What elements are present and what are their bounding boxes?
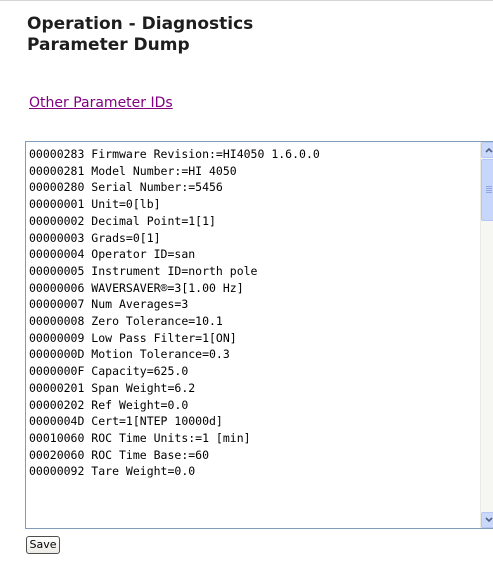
parameter-line: 00010060 ROC Time Units:=1 [min] (29, 430, 251, 445)
scroll-up-button[interactable] (481, 142, 493, 158)
parameter-line: 00000281 Model Number:=HI 4050 (29, 163, 237, 178)
parameter-line: 00000202 Ref Weight=0.0 (29, 397, 189, 412)
parameter-line: 00000008 Zero Tolerance=10.1 (29, 314, 223, 329)
parameter-line: 00000006 WAVERSAVER®=3[1.00 Hz] (29, 280, 244, 295)
other-parameter-ids-link[interactable]: Other Parameter IDs (29, 94, 173, 112)
parameter-line: 00000005 Instrument ID=north pole (29, 263, 258, 278)
parameter-dump-textarea[interactable]: 00000283 Firmware Revision:=HI4050 1.6.0… (25, 141, 493, 529)
parameter-line: 00000280 Serial Number:=5456 (29, 180, 223, 195)
parameter-line: 00000003 Grads=0[1] (29, 230, 161, 245)
chevron-down-icon (485, 517, 493, 523)
parameter-dump-text[interactable]: 00000283 Firmware Revision:=HI4050 1.6.0… (29, 146, 479, 528)
chevron-up-icon (485, 147, 493, 153)
parameter-line: 00000004 Operator ID=san (29, 247, 196, 262)
scroll-down-button[interactable] (481, 512, 493, 528)
parameter-line: 0000000D Motion Tolerance=0.3 (29, 347, 230, 362)
page-title-line1: Operation - Diagnostics (27, 14, 254, 34)
parameter-line: 00000092 Tare Weight=0.0 (29, 464, 196, 479)
scrollbar-thumb[interactable] (481, 159, 493, 221)
page-title: Operation - Diagnostics Parameter Dump (27, 14, 253, 56)
parameter-line: 00000283 Firmware Revision:=HI4050 1.6.0… (29, 147, 320, 161)
parameter-line: 00000009 Low Pass Filter=1[ON] (29, 330, 237, 345)
save-button[interactable]: Save (26, 536, 60, 554)
parameter-line: 0000000F Capacity=625.0 (29, 364, 189, 379)
parameter-line: 0000004D Cert=1[NTEP 10000d] (29, 414, 223, 429)
parameter-line: 00000007 Num Averages=3 (29, 297, 189, 312)
parameter-line: 00000001 Unit=0[lb] (29, 197, 161, 212)
parameter-line: 00020060 ROC Time Base:=60 (29, 447, 210, 462)
parameter-line: 00000002 Decimal Point=1[1] (29, 213, 216, 228)
vertical-scrollbar[interactable] (480, 142, 493, 528)
top-divider (0, 0, 493, 1)
parameter-line: 00000201 Span Weight=6.2 (29, 380, 196, 395)
page-title-line2: Parameter Dump (27, 35, 190, 55)
